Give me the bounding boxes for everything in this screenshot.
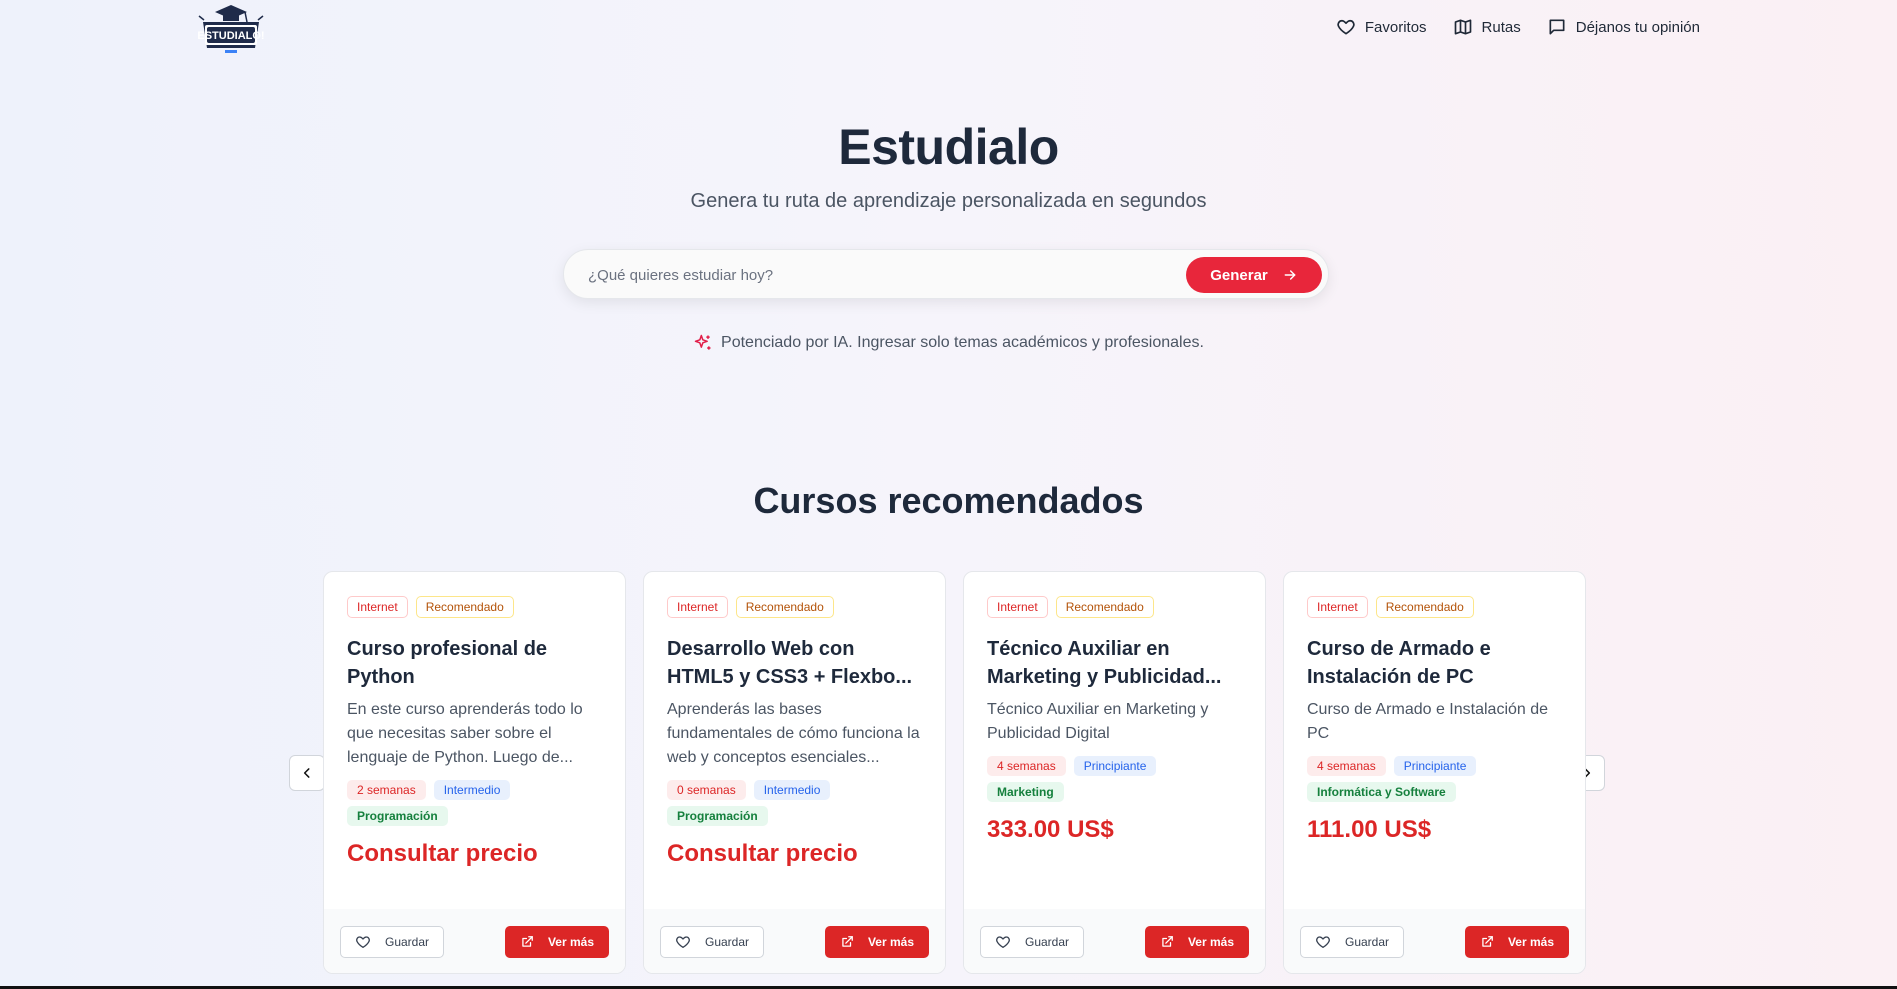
category-chip: Programación — [347, 806, 448, 826]
level-chip: Principiante — [1073, 756, 1157, 776]
course-description: En este curso aprenderás todo lo que nec… — [347, 701, 583, 766]
save-label: Guardar — [384, 935, 430, 949]
course-price: 333.00 US$ — [987, 816, 1114, 843]
source-tag: Internet — [1307, 596, 1368, 618]
recommended-tag: Recomendado — [1055, 596, 1154, 618]
course-title: Técnico Auxiliar en Marketing y Publicid… — [987, 638, 1222, 688]
source-tag: Internet — [987, 596, 1048, 618]
course-card: Internet Recomendado Técnico Auxiliar en… — [963, 571, 1266, 974]
recommended-tag: Recomendado — [1375, 596, 1474, 618]
save-button[interactable]: Guardar — [660, 926, 764, 958]
external-link-icon — [842, 936, 853, 947]
heart-icon — [676, 936, 690, 948]
page-subtitle: Genera tu ruta de aprendizaje personaliz… — [690, 190, 1207, 212]
course-price: 111.00 US$ — [1307, 816, 1432, 843]
view-more-label: Ver más — [1187, 935, 1235, 949]
level-chip: Principiante — [1393, 756, 1477, 776]
save-button[interactable]: Guardar — [1300, 926, 1404, 958]
duration-chip: 4 semanas — [1307, 756, 1386, 776]
save-label: Guardar — [1024, 935, 1070, 949]
course-description: Técnico Auxiliar en Marketing y Publicid… — [987, 701, 1209, 742]
carousel-prev-button[interactable] — [289, 755, 325, 791]
recommended-tag: Recomendado — [415, 596, 514, 618]
map-icon — [1454, 19, 1471, 35]
view-more-label: Ver más — [547, 935, 595, 949]
heart-icon — [996, 936, 1010, 948]
level-chip: Intermedio — [433, 780, 511, 800]
course-price: Consultar precio — [667, 840, 858, 867]
section-title: Cursos recomendados — [753, 480, 1144, 521]
generate-label: Generar — [1210, 266, 1268, 284]
course-card: Internet Recomendado Curso profesional d… — [323, 571, 626, 974]
nav-rutas-label: Rutas — [1481, 18, 1521, 36]
arrow-right-icon — [1284, 270, 1296, 280]
heart-icon — [1316, 936, 1330, 948]
sparkles-icon — [694, 334, 711, 350]
view-more-label: Ver más — [867, 935, 915, 949]
view-more-button[interactable]: Ver más — [505, 926, 609, 958]
ai-note: Potenciado por IA. Ingresar solo temas a… — [0, 333, 1897, 353]
course-card: Internet Recomendado Desarrollo Web con … — [643, 571, 946, 974]
nav-opinion-label: Déjanos tu opinión — [1575, 18, 1700, 36]
view-more-label: Ver más — [1507, 935, 1555, 949]
source-tag: Internet — [667, 596, 728, 618]
category-chip: Marketing — [987, 782, 1064, 802]
duration-chip: 4 semanas — [987, 756, 1066, 776]
chevron-left-icon — [303, 768, 310, 778]
duration-chip: 2 semanas — [347, 780, 426, 800]
search-bar: Generar — [563, 249, 1329, 299]
save-label: Guardar — [704, 935, 750, 949]
view-more-button[interactable]: Ver más — [1145, 926, 1249, 958]
save-label: Guardar — [1344, 935, 1390, 949]
source-tag: Internet — [347, 596, 408, 618]
generate-button[interactable]: Generar — [1186, 257, 1322, 293]
course-description: Curso de Armado e Instalación de PC — [1307, 701, 1549, 742]
page-title: Estudialo — [838, 119, 1059, 175]
nav-favoritos-label: Favoritos — [1364, 18, 1427, 36]
heart-icon — [356, 936, 370, 948]
svg-text:ESTUDIALO!: ESTUDIALO! — [197, 30, 264, 42]
recommended-tag: Recomendado — [735, 596, 834, 618]
course-title: Desarrollo Web con HTML5 y CSS3 + Flexbo… — [667, 638, 913, 688]
view-more-button[interactable]: Ver más — [825, 926, 929, 958]
view-more-button[interactable]: Ver más — [1465, 926, 1569, 958]
estudialo-logo[interactable]: ESTUDIALO! — [195, 2, 267, 56]
message-icon — [1549, 19, 1565, 35]
nav-rutas[interactable]: Rutas — [1453, 17, 1521, 37]
duration-chip: 0 semanas — [667, 780, 746, 800]
category-chip: Informática y Software — [1307, 782, 1456, 802]
search-input[interactable] — [588, 263, 1148, 287]
top-nav: ESTUDIALO! Favoritos Rutas Déjanos tu op… — [0, 0, 1897, 60]
external-link-icon — [522, 936, 533, 947]
nav-favoritos[interactable]: Favoritos — [1336, 17, 1427, 37]
course-title: Curso de Armado e Instalación de PC — [1307, 638, 1491, 688]
course-title: Curso profesional de Python — [347, 638, 548, 688]
course-card: Internet Recomendado Curso de Armado e I… — [1283, 571, 1586, 974]
external-link-icon — [1162, 936, 1173, 947]
save-button[interactable]: Guardar — [980, 926, 1084, 958]
course-price: Consultar precio — [347, 840, 538, 867]
external-link-icon — [1482, 936, 1493, 947]
heart-icon — [1337, 19, 1355, 35]
level-chip: Intermedio — [753, 780, 831, 800]
course-description: Aprenderás las bases fundamentales de có… — [667, 701, 920, 766]
save-button[interactable]: Guardar — [340, 926, 444, 958]
nav-opinion[interactable]: Déjanos tu opinión — [1547, 17, 1700, 37]
ai-note-text: Potenciado por IA. Ingresar solo temas a… — [721, 334, 1204, 351]
category-chip: Programación — [667, 806, 768, 826]
